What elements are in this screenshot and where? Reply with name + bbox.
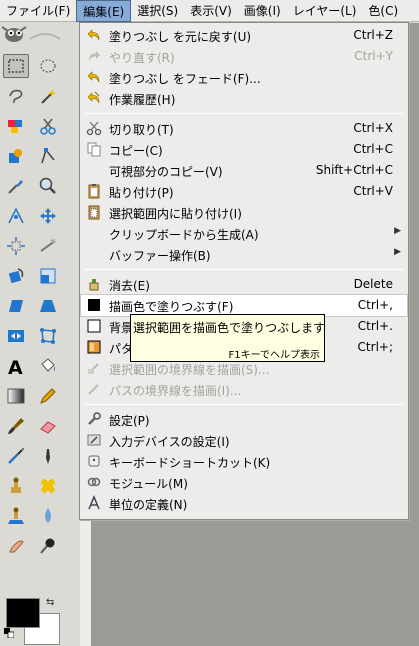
menu-item-clear[interactable]: 消去(E) Delete	[81, 274, 407, 295]
eraser-tool-icon[interactable]	[35, 414, 61, 438]
vertical-ruler	[80, 520, 92, 646]
align-tool-icon[interactable]	[3, 234, 29, 258]
menu-item-modules[interactable]: モジュール(M)	[81, 472, 407, 493]
default-colors-icon[interactable]	[4, 628, 14, 638]
move-tool-icon[interactable]	[35, 204, 61, 228]
submenu-arrow-icon: ▶	[394, 226, 401, 236]
text-tool-icon[interactable]: A	[3, 354, 29, 378]
svg-text:A: A	[8, 357, 23, 376]
menu-separator	[84, 269, 404, 270]
edit-menu-dropdown: 塗りつぶし を元に戻す(U) Ctrl+Z やり直す(R) Ctrl+Y 塗りつ…	[79, 22, 409, 520]
zoom-tool-icon[interactable]	[35, 174, 61, 198]
fuzzy-select-tool-icon[interactable]	[35, 84, 61, 108]
menu-separator	[84, 113, 404, 114]
fade-icon	[86, 69, 102, 85]
lasso-tool-icon[interactable]	[3, 84, 29, 108]
menu-item-paste-as[interactable]: クリップボードから生成(A) ▶	[81, 223, 407, 244]
bg-color-square-icon	[86, 318, 102, 334]
menu-item-input-devices[interactable]: 入力デバイスの設定(I)	[81, 430, 407, 451]
menu-item-undo[interactable]: 塗りつぶし を元に戻す(U) Ctrl+Z	[81, 25, 407, 46]
smudge-tool-icon[interactable]	[3, 534, 29, 558]
swap-colors-icon[interactable]: ⇆	[46, 597, 54, 608]
keyboard-icon	[86, 453, 102, 469]
blur-tool-icon[interactable]	[35, 504, 61, 528]
perspective-tool-icon[interactable]	[35, 294, 61, 318]
select-by-color-tool-icon[interactable]	[3, 114, 29, 138]
clone-tool-icon[interactable]	[3, 474, 29, 498]
toolbox: A ⇆	[0, 23, 80, 646]
menu-item-buffer[interactable]: バッファー操作(B) ▶	[81, 244, 407, 265]
blend-tool-icon[interactable]	[3, 384, 29, 408]
submenu-arrow-icon: ▶	[394, 247, 401, 257]
rect-select-tool-icon[interactable]	[3, 54, 29, 78]
menu-item-fill-fg[interactable]: 描画色で塗りつぶす(F) Ctrl+,	[80, 294, 408, 317]
rotate-tool-icon[interactable]	[3, 264, 29, 288]
menu-separator	[84, 404, 404, 405]
heal-tool-icon[interactable]	[35, 474, 61, 498]
paintbrush-tool-icon[interactable]	[3, 414, 29, 438]
menu-item-paste-into[interactable]: 選択範囲内に貼り付け(I)	[81, 202, 407, 223]
pattern-icon	[86, 339, 102, 355]
airbrush-tool-icon[interactable]	[3, 444, 29, 468]
redo-icon	[86, 48, 102, 64]
menu-image[interactable]: 画像(I)	[238, 0, 287, 22]
preferences-icon	[86, 411, 102, 427]
menu-item-paste[interactable]: 貼り付け(P) Ctrl+V	[81, 181, 407, 202]
menu-item-fade[interactable]: 塗りつぶし をフェード(F)...	[81, 67, 407, 88]
perspective-clone-tool-icon[interactable]	[3, 504, 29, 528]
ink-tool-icon[interactable]	[35, 444, 61, 468]
stroke-selection-icon	[86, 360, 102, 376]
menu-edit[interactable]: 編集(E)	[76, 0, 132, 22]
shear-tool-icon[interactable]	[3, 294, 29, 318]
dodge-burn-tool-icon[interactable]	[35, 534, 61, 558]
menu-item-stroke-path[interactable]: パスの境界線を描画(I)...	[81, 379, 407, 400]
menu-item-cut[interactable]: 切り取り(T) Ctrl+X	[81, 118, 407, 139]
menubar: ファイル(F) 編集(E) 選択(S) 表示(V) 画像(I) レイヤー(L) …	[0, 0, 419, 22]
foreground-color-swatch-top[interactable]	[6, 598, 40, 628]
modules-icon	[86, 474, 102, 490]
color-picker-tool-icon[interactable]	[3, 174, 29, 198]
menu-item-copy[interactable]: コピー(C) Ctrl+C	[81, 139, 407, 160]
crop-tool-icon[interactable]	[35, 234, 61, 258]
bucket-fill-tool-icon[interactable]	[35, 354, 61, 378]
cut-icon	[86, 120, 102, 136]
clear-icon	[86, 276, 102, 292]
flip-tool-icon[interactable]	[3, 324, 29, 348]
tooltip-text: 選択範囲を描画色で塗りつぶします	[133, 321, 326, 335]
stroke-path-icon	[86, 381, 102, 397]
menu-file[interactable]: ファイル(F)	[0, 0, 76, 22]
menu-item-preferences[interactable]: 設定(P)	[81, 409, 407, 430]
menu-item-redo[interactable]: やり直す(R) Ctrl+Y	[81, 46, 407, 67]
menu-item-units[interactable]: 単位の定義(N)	[81, 493, 407, 514]
tooltip: 選択範囲を描画色で塗りつぶします F1キーでヘルプ表示	[130, 314, 325, 362]
measure-tool-icon[interactable]	[3, 204, 29, 228]
units-icon	[86, 495, 102, 511]
copy-icon	[86, 141, 102, 157]
menu-select[interactable]: 選択(S)	[131, 0, 184, 22]
menu-view[interactable]: 表示(V)	[184, 0, 238, 22]
menu-item-copy-visible[interactable]: 可視部分のコピー(V) Shift+Ctrl+C	[81, 160, 407, 181]
wilber-logo-icon	[1, 26, 61, 42]
paths-tool-icon[interactable]	[35, 144, 61, 168]
menu-item-undo-history[interactable]: 作業履歴(H)	[81, 88, 407, 109]
undo-history-icon	[86, 90, 102, 106]
menu-colors[interactable]: 色(C)	[362, 0, 404, 22]
paste-into-icon	[86, 204, 102, 220]
undo-icon	[86, 27, 102, 43]
ellipse-select-tool-icon[interactable]	[35, 54, 61, 78]
fg-color-square-icon	[86, 297, 102, 313]
cage-transform-tool-icon[interactable]	[35, 324, 61, 348]
pencil-tool-icon[interactable]	[35, 384, 61, 408]
scale-tool-icon[interactable]	[35, 264, 61, 288]
tooltip-help-hint: F1キーでヘルプ表示	[228, 350, 320, 361]
menu-layer[interactable]: レイヤー(L)	[287, 0, 363, 22]
foreground-select-tool-icon[interactable]	[3, 144, 29, 168]
input-devices-icon	[86, 432, 102, 448]
menu-item-keyboard-shortcuts[interactable]: キーボードショートカット(K)	[81, 451, 407, 472]
paste-icon	[86, 183, 102, 199]
scissors-tool-icon[interactable]	[35, 114, 61, 138]
